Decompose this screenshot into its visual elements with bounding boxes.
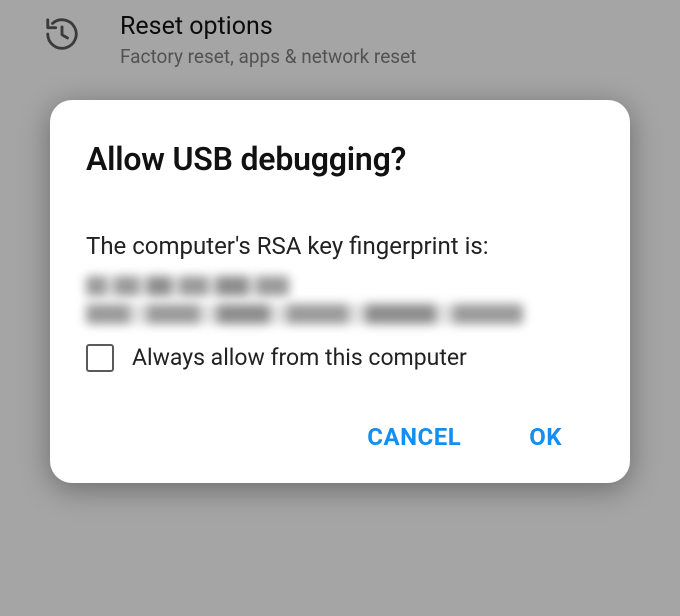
dialog-title: Allow USB debugging?	[86, 140, 594, 178]
cancel-button[interactable]: CANCEL	[363, 417, 465, 457]
always-allow-checkbox-row[interactable]: Always allow from this computer	[86, 342, 594, 373]
always-allow-label: Always allow from this computer	[132, 342, 467, 373]
rsa-fingerprint-redacted	[86, 276, 594, 324]
usb-debugging-dialog: Allow USB debugging? The computer's RSA …	[50, 100, 630, 483]
checkbox-icon[interactable]	[86, 344, 114, 372]
ok-button[interactable]: OK	[525, 417, 566, 457]
dialog-message: The computer's RSA key fingerprint is:	[86, 230, 594, 262]
dialog-actions: CANCEL OK	[86, 417, 594, 463]
